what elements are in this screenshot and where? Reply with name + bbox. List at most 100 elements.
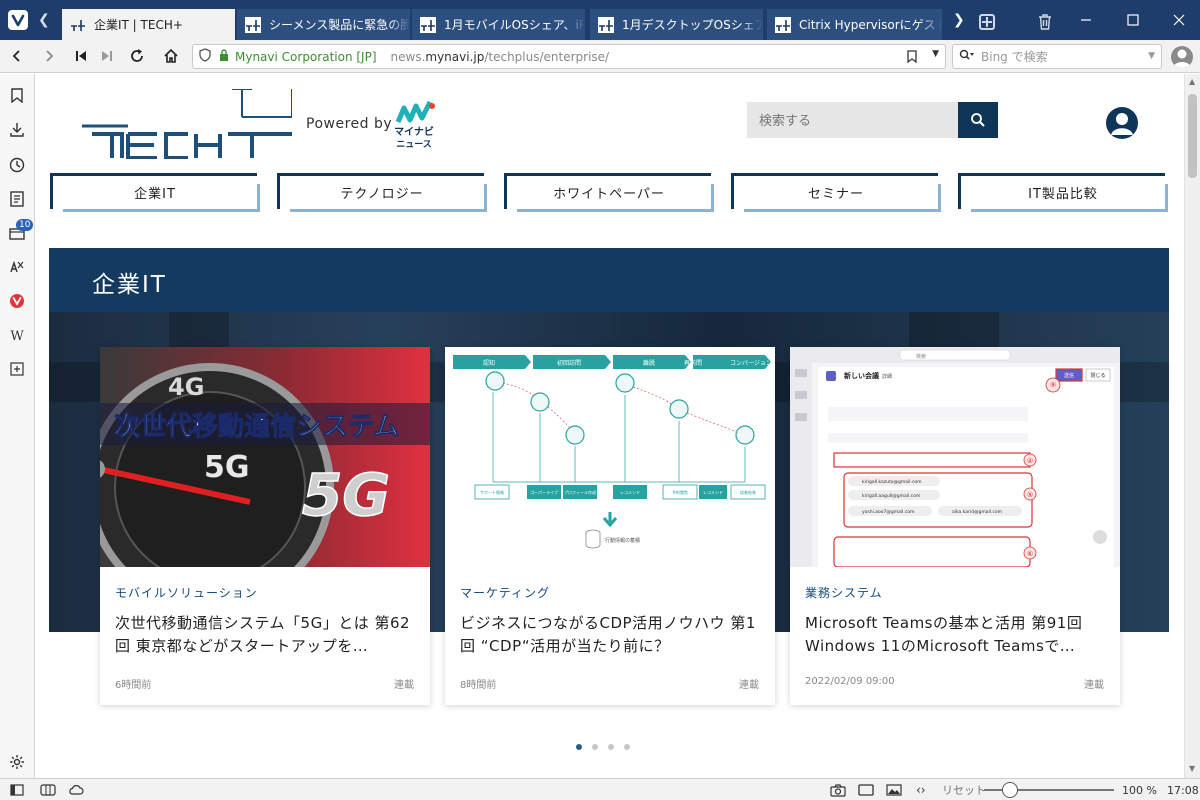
nav-it-product-comparison[interactable]: IT製品比較 [958,173,1168,212]
download-icon[interactable] [8,121,26,139]
minimize-window-button[interactable] [1074,8,1098,32]
url-field[interactable]: Mynavi Corporation [JP] news.mynavi.jp/t… [192,44,946,69]
tab-item[interactable]: Citrix Hypervisorにゲストから [767,9,943,40]
article-title[interactable]: ビジネスにつながるCDP活用ノウハウ 第1回 “CDP“活用が当たり前に？ [460,612,760,658]
trash-icon[interactable] [1038,14,1052,34]
arrow-right-icon [46,50,54,62]
carousel-dot[interactable] [624,744,630,750]
svg-text:認知: 認知 [483,359,495,367]
home-button[interactable] [160,45,182,67]
nav-seminar[interactable]: セミナー [731,173,941,212]
notification-badge: 10 [16,219,34,231]
svg-text:kirigall.aagull@gmail.com: kirigall.aagull@gmail.com [862,493,920,499]
article-series-tag: 連載 [1084,680,1104,691]
address-toolbar: Mynavi Corporation [JP] news.mynavi.jp/t… [0,40,1200,73]
url-text[interactable]: news.mynavi.jp/techplus/enterprise/ [391,50,610,64]
article-thumbnail-5g[interactable]: 4G 5G 次世代移動通信システム 5G [100,347,430,567]
svg-text:離脱: 離脱 [643,359,655,367]
tab-item[interactable]: 1月デスクトップOSシェア、Win [590,9,764,40]
shield-icon[interactable] [199,48,211,65]
image-toggle-icon[interactable] [886,782,902,798]
nav-whitepaper[interactable]: ホワイトペーパー [504,173,714,212]
site-search-input[interactable] [747,102,959,138]
back-button[interactable] [6,45,28,67]
search-icon [959,49,975,64]
svg-text:検索: 検索 [916,353,926,360]
search-engine-field[interactable]: Bing で検索 ▼ [952,44,1162,69]
cloud-sync-icon[interactable] [68,782,84,798]
bookmark-panel-icon[interactable] [8,86,26,104]
skip-back-icon [76,51,86,61]
chevron-down-icon[interactable]: ▼ [1148,51,1155,61]
article-category[interactable]: 業務システム [805,584,883,601]
capture-camera-icon[interactable] [830,782,846,798]
tab-scroll-right-icon[interactable]: ❯ [953,12,965,28]
svg-text:⑤: ⑤ [1027,491,1033,499]
nav-enterprise-it[interactable]: 企業IT [50,173,260,212]
reload-button[interactable] [126,45,148,67]
forward-button[interactable] [38,45,60,67]
carousel-dot[interactable] [608,744,614,750]
tab-active[interactable]: 企業IT | TECH+ [62,9,236,40]
page-actions-code-icon[interactable]: ‹› [916,782,926,798]
add-panel-icon[interactable] [8,360,26,378]
site-search-button[interactable] [958,102,998,138]
settings-gear-icon[interactable] [8,753,26,771]
article-category[interactable]: モバイルソリューション [115,584,258,601]
article-thumbnail-teams-screenshot[interactable]: 検索 新しい会議 詳細 送信 閉じる ⑨ ④ kirigall.kazuto@g… [790,347,1120,567]
browser-tab-bar: ❮ 企業IT | TECH+ シーメンス製品に緊急の脆弱性 1月モバイルOSシェ… [0,0,1200,40]
fast-forward-button[interactable] [96,45,118,67]
wikipedia-icon[interactable]: W [8,327,26,345]
techplus-favicon-icon [775,16,791,33]
mynavi-news-logo[interactable]: マイナビ ニュース [392,100,438,150]
translate-icon[interactable] [8,258,26,276]
notes-icon[interactable] [8,190,26,208]
article-category[interactable]: マーケティング [460,584,550,601]
arrow-left-icon [12,50,20,62]
new-tab-button[interactable] [979,14,995,30]
tab-tiling-icon[interactable] [40,782,56,798]
article-card[interactable]: 4G 5G 次世代移動通信システム 5G モバイルソリューション 次世代移動通信… [100,347,430,705]
profile-avatar[interactable] [1171,46,1193,68]
tab-item[interactable]: シーメンス製品に緊急の脆弱性 [237,9,411,40]
techplus-logo[interactable] [82,88,293,163]
svg-text:コンバージョン: コンバージョン [730,360,772,367]
vivaldi-panel-icon[interactable] [8,292,26,310]
zoom-reset-label[interactable]: リセット [942,782,986,798]
lock-icon[interactable] [219,49,229,64]
rewind-button[interactable] [70,45,92,67]
bookmark-icon[interactable] [907,50,917,66]
maximize-window-button[interactable] [1121,8,1145,32]
close-window-button[interactable] [1167,8,1191,32]
reload-icon [131,49,143,62]
url-dropdown-icon[interactable]: ▼ [932,49,939,59]
scroll-up-icon[interactable]: ▲ [1189,77,1195,86]
page-scrollbar[interactable]: ▲ ▼ [1184,74,1200,778]
tab-item[interactable]: 1月モバイルOSシェア、iPhone [412,9,586,40]
site-identity-label[interactable]: Mynavi Corporation [JP] [235,50,377,64]
vivaldi-menu-button[interactable] [8,10,28,30]
nav-technology[interactable]: テクノロジー [277,173,487,212]
user-account-icon[interactable] [1106,107,1138,139]
carousel-dot[interactable] [576,744,582,750]
window-icon[interactable] [858,782,874,798]
article-thumbnail-cdp-diagram[interactable]: 認知 初回訪問 離脱 再訪問 コンバージョン サポート情報 ゴーパーライブ プロ… [445,347,775,567]
section-header: 企業IT [49,248,1169,312]
article-date: 2022/02/09 09:00 [805,676,895,687]
article-title[interactable]: 次世代移動通信システム「5G」とは 第62回 東京都などがスタートアップを… [115,612,415,658]
article-title[interactable]: Microsoft Teamsの基本と活用 第91回 Windows 11のMi… [805,612,1105,658]
search-placeholder: Bing で検索 [981,50,1048,64]
article-card[interactable]: 認知 初回訪問 離脱 再訪問 コンバージョン サポート情報 ゴーパーライブ プロ… [445,347,775,705]
scrollbar-thumb[interactable] [1188,94,1197,178]
carousel-dot[interactable] [592,744,598,750]
article-date: 6時間前 [115,680,152,691]
tab-scroll-left-icon[interactable]: ❮ [38,12,50,28]
zoom-slider-handle[interactable] [1002,782,1018,798]
panel-toggle-icon[interactable] [10,782,24,798]
scroll-down-icon[interactable]: ▼ [1189,764,1195,773]
svg-text:送信: 送信 [1064,372,1074,379]
svg-text:4G: 4G [168,373,204,401]
history-clock-icon[interactable] [8,156,26,174]
article-card[interactable]: 検索 新しい会議 詳細 送信 閉じる ⑨ ④ kirigall.kazuto@g… [790,347,1120,705]
status-bar: ‹› リセット 100 % 17:08 [0,778,1200,800]
